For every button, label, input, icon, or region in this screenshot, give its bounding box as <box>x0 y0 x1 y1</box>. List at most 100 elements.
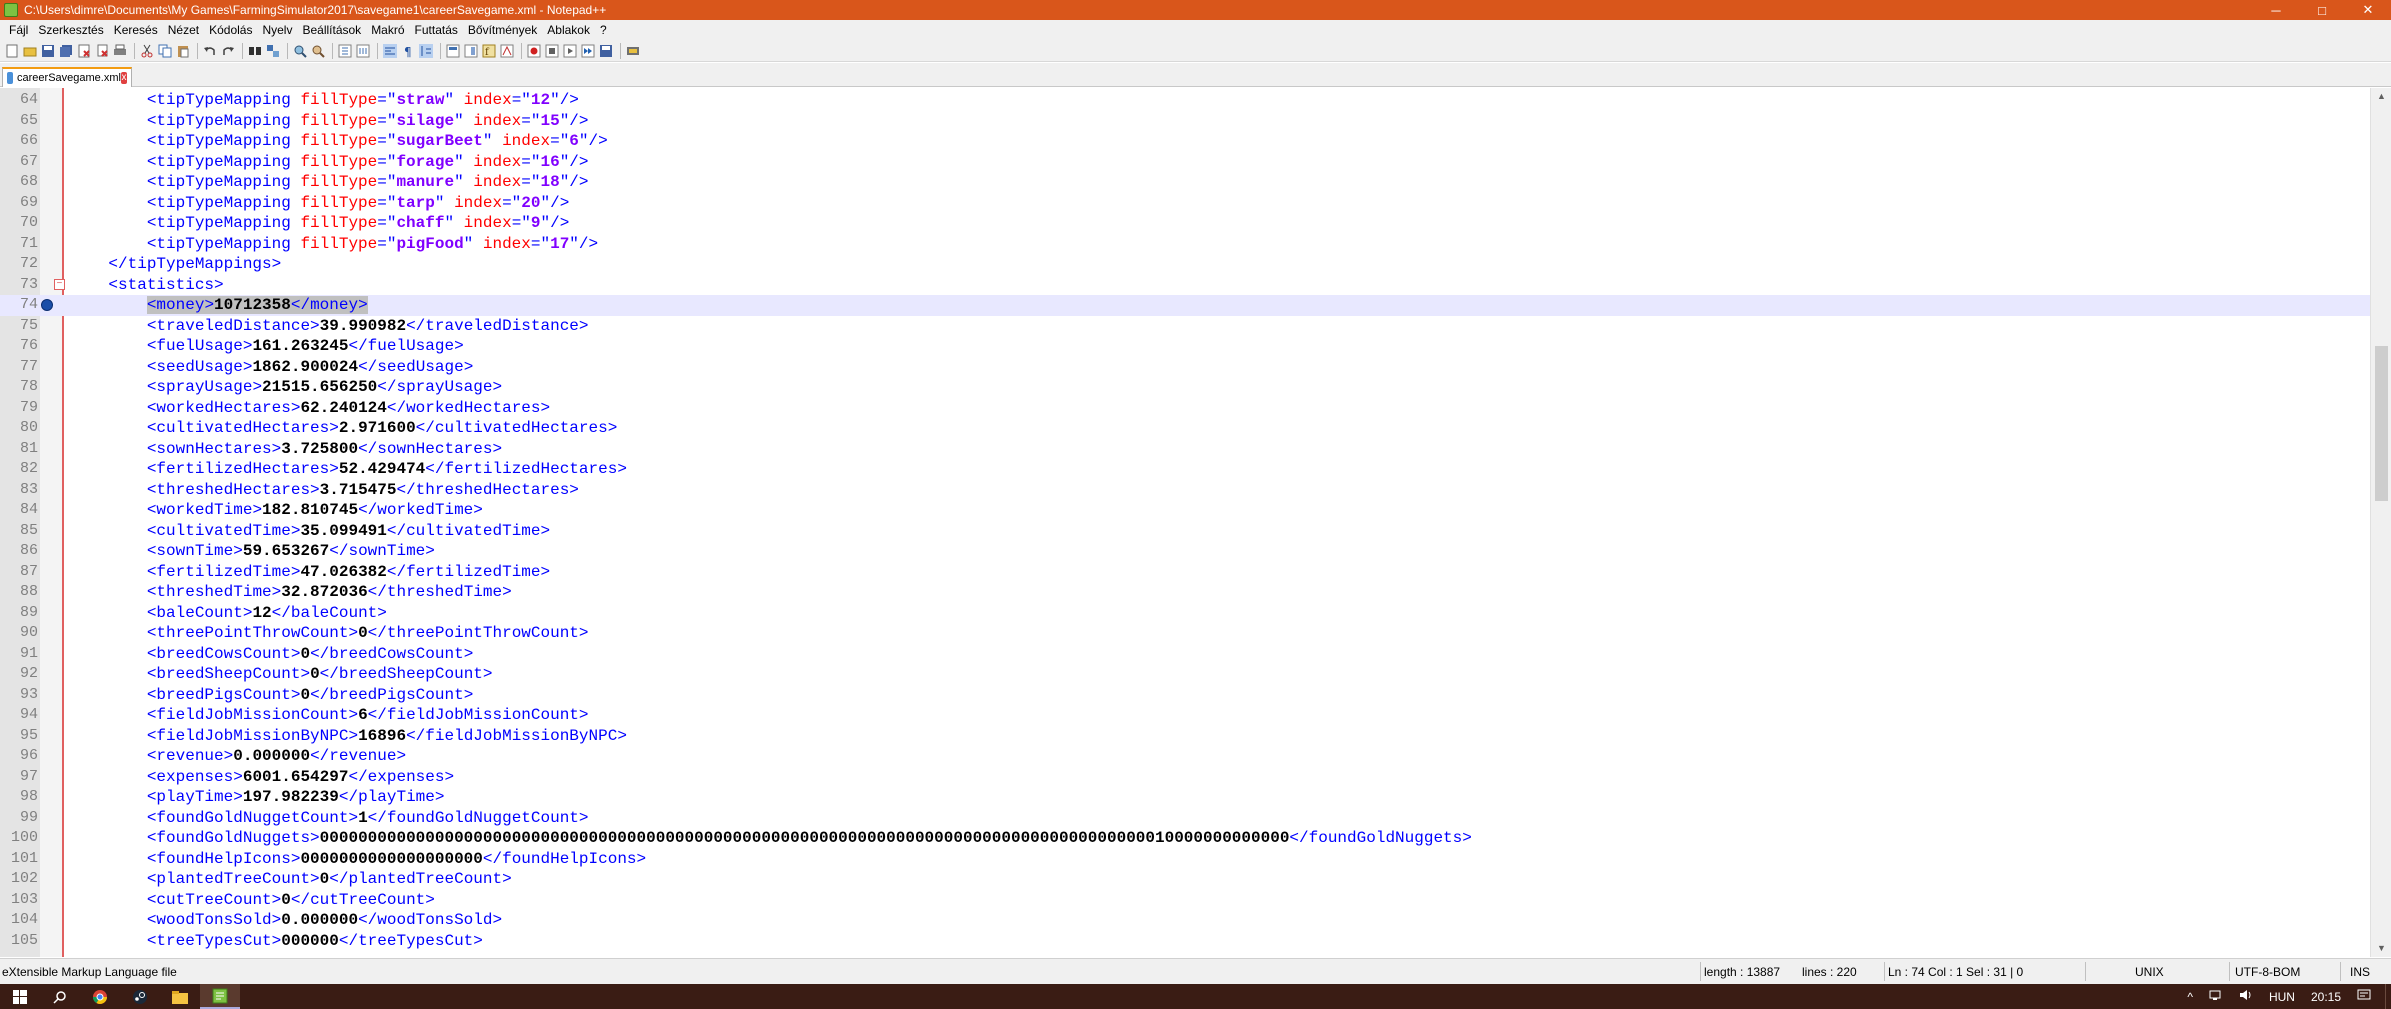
line-number[interactable]: 70 <box>0 213 38 234</box>
line-number[interactable]: 101 <box>0 849 38 870</box>
code-text[interactable]: <breedPigsCount>0</breedPigsCount> <box>70 685 473 706</box>
code-text[interactable]: <baleCount>12</baleCount> <box>70 603 387 624</box>
code-text[interactable]: </tipTypeMappings> <box>70 254 281 275</box>
notification-icon[interactable] <box>2357 989 2371 1004</box>
scroll-up-icon[interactable]: ▲ <box>2371 88 2391 105</box>
code-line[interactable]: 81 <sownHectares>3.725800</sownHectares> <box>0 439 2370 460</box>
line-number[interactable]: 92 <box>0 664 38 685</box>
folder-workspace-icon[interactable] <box>499 43 515 59</box>
code-line[interactable]: 92 <breedSheepCount>0</breedSheepCount> <box>0 664 2370 685</box>
line-number[interactable]: 90 <box>0 623 38 644</box>
line-number[interactable]: 104 <box>0 910 38 931</box>
code-line[interactable]: 89 <baleCount>12</baleCount> <box>0 603 2370 624</box>
menu-help[interactable]: ? <box>595 23 612 37</box>
code-text[interactable]: <expenses>6001.654297</expenses> <box>70 767 454 788</box>
code-line[interactable]: 83 <threshedHectares>3.715475</threshedH… <box>0 480 2370 501</box>
line-number[interactable]: 65 <box>0 111 38 132</box>
print-icon[interactable] <box>112 43 128 59</box>
maximize-button[interactable]: □ <box>2299 0 2345 20</box>
function-list-icon[interactable]: f <box>481 43 497 59</box>
line-number[interactable]: 94 <box>0 705 38 726</box>
line-number[interactable]: 78 <box>0 377 38 398</box>
record-macro-icon[interactable] <box>526 43 542 59</box>
volume-icon[interactable] <box>2239 989 2253 1004</box>
code-text[interactable]: <foundGoldNuggets>0000000000000000000000… <box>70 828 1472 849</box>
zoom-out-icon[interactable] <box>310 43 326 59</box>
code-text[interactable]: <tipTypeMapping fillType="silage" index=… <box>70 111 589 132</box>
line-number[interactable]: 97 <box>0 767 38 788</box>
new-file-icon[interactable] <box>4 43 20 59</box>
code-text[interactable]: <money>10712358</money> <box>70 295 368 316</box>
code-line[interactable]: 75 <traveledDistance>39.990982</traveled… <box>0 316 2370 337</box>
code-line[interactable]: 88 <threshedTime>32.872036</threshedTime… <box>0 582 2370 603</box>
line-number[interactable]: 74 <box>0 295 38 316</box>
code-line[interactable]: 99 <foundGoldNuggetCount>1</foundGoldNug… <box>0 808 2370 829</box>
menu-settings[interactable]: Beállítások <box>297 23 366 37</box>
code-text[interactable]: <foundGoldNuggetCount>1</foundGoldNugget… <box>70 808 589 829</box>
code-text[interactable]: <tipTypeMapping fillType="tarp" index="2… <box>70 193 569 214</box>
plugin-icon[interactable] <box>625 43 641 59</box>
line-number[interactable]: 83 <box>0 480 38 501</box>
line-number[interactable]: 100 <box>0 828 38 849</box>
code-line[interactable]: 93 <breedPigsCount>0</breedPigsCount> <box>0 685 2370 706</box>
line-number[interactable]: 82 <box>0 459 38 480</box>
code-text[interactable]: <breedCowsCount>0</breedCowsCount> <box>70 644 473 665</box>
code-line[interactable]: 82 <fertilizedHectares>52.429474</fertil… <box>0 459 2370 480</box>
code-line[interactable]: 94 <fieldJobMissionCount>6</fieldJobMiss… <box>0 705 2370 726</box>
code-text[interactable]: <fuelUsage>161.263245</fuelUsage> <box>70 336 464 357</box>
menu-macro[interactable]: Makró <box>366 23 409 37</box>
code-text[interactable]: <fieldJobMissionByNPC>16896</fieldJobMis… <box>70 726 627 747</box>
line-number[interactable]: 95 <box>0 726 38 747</box>
undo-icon[interactable] <box>202 43 218 59</box>
save-icon[interactable] <box>40 43 56 59</box>
code-lines[interactable]: 64 <tipTypeMapping fillType="straw" inde… <box>0 90 2370 951</box>
code-line[interactable]: 80 <cultivatedHectares>2.971600</cultiva… <box>0 418 2370 439</box>
line-number[interactable]: 85 <box>0 521 38 542</box>
line-number[interactable]: 66 <box>0 131 38 152</box>
line-number[interactable]: 88 <box>0 582 38 603</box>
code-text[interactable]: <playTime>197.982239</playTime> <box>70 787 445 808</box>
tab-close-icon[interactable]: x <box>120 72 127 84</box>
line-number[interactable]: 99 <box>0 808 38 829</box>
indent-guide-icon[interactable] <box>418 43 434 59</box>
play-macro-icon[interactable] <box>562 43 578 59</box>
menu-view[interactable]: Nézet <box>163 23 204 37</box>
line-number[interactable]: 64 <box>0 90 38 111</box>
paste-icon[interactable] <box>175 43 191 59</box>
stop-macro-icon[interactable] <box>544 43 560 59</box>
sync-horizontal-icon[interactable] <box>355 43 371 59</box>
code-line[interactable]: 100 <foundGoldNuggets>000000000000000000… <box>0 828 2370 849</box>
line-number[interactable]: 105 <box>0 931 38 952</box>
user-language-icon[interactable] <box>445 43 461 59</box>
line-number[interactable]: 93 <box>0 685 38 706</box>
clock-time[interactable]: 20:15 <box>2311 990 2341 1004</box>
line-number[interactable]: 102 <box>0 869 38 890</box>
scrollbar-thumb[interactable] <box>2375 346 2388 501</box>
line-number[interactable]: 69 <box>0 193 38 214</box>
line-number[interactable]: 87 <box>0 562 38 583</box>
redo-icon[interactable] <box>220 43 236 59</box>
code-text[interactable]: <fertilizedTime>47.026382</fertilizedTim… <box>70 562 550 583</box>
doc-map-icon[interactable] <box>463 43 479 59</box>
code-text[interactable]: <traveledDistance>39.990982</traveledDis… <box>70 316 589 337</box>
file-explorer-icon[interactable] <box>160 984 200 1009</box>
code-line[interactable]: 86 <sownTime>59.653267</sownTime> <box>0 541 2370 562</box>
code-text[interactable]: <plantedTreeCount>0</plantedTreeCount> <box>70 869 512 890</box>
status-mode[interactable]: INS <box>2350 965 2370 979</box>
code-text[interactable]: <foundHelpIcons>0000000000000000000</fou… <box>70 849 646 870</box>
keyboard-language[interactable]: HUN <box>2269 990 2295 1004</box>
line-number[interactable]: 84 <box>0 500 38 521</box>
code-line[interactable]: 101 <foundHelpIcons>0000000000000000000<… <box>0 849 2370 870</box>
line-number[interactable]: 80 <box>0 418 38 439</box>
line-number[interactable]: 91 <box>0 644 38 665</box>
line-number[interactable]: 73 <box>0 275 38 296</box>
close-all-icon[interactable] <box>94 43 110 59</box>
tab-careersavegame[interactable]: careerSavegame.xml x <box>2 67 132 87</box>
code-line[interactable]: 84 <workedTime>182.810745</workedTime> <box>0 500 2370 521</box>
code-text[interactable]: <seedUsage>1862.900024</seedUsage> <box>70 357 474 378</box>
sync-vertical-icon[interactable] <box>337 43 353 59</box>
code-text[interactable]: <tipTypeMapping fillType="manure" index=… <box>70 172 589 193</box>
fold-collapse-icon[interactable]: − <box>54 278 65 290</box>
chrome-icon[interactable] <box>80 984 120 1009</box>
code-line[interactable]: 85 <cultivatedTime>35.099491</cultivated… <box>0 521 2370 542</box>
